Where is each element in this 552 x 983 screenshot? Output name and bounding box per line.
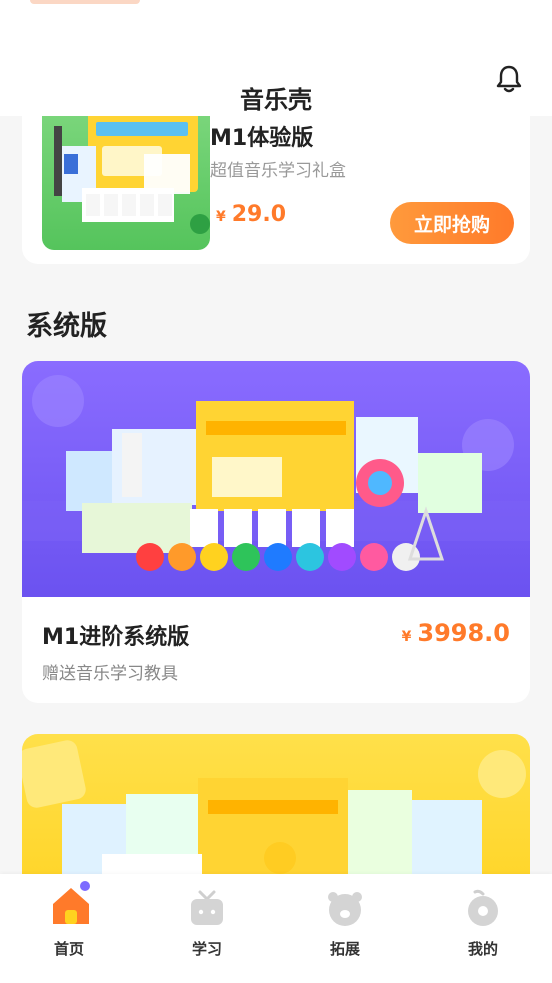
page-title: 音乐壳 (240, 86, 312, 114)
main-scroll-content[interactable]: M1体验版 超值音乐学习礼盒 ¥29.0 立即抢购 系统版 M1进阶系统版 ¥ … (0, 116, 552, 874)
system-product-banner (22, 361, 530, 597)
system-product-subtitle: 赠送音乐学习教具 (42, 664, 178, 684)
tv-icon (191, 890, 223, 925)
tab-mine[interactable]: 我的 (414, 874, 552, 983)
status-notch (30, 0, 140, 4)
currency-symbol: ¥ (216, 209, 226, 225)
tab-label: 拓展 (329, 940, 360, 958)
system-product-card[interactable]: M1进阶系统版 ¥3998.0 赠送音乐学习教具 (22, 361, 530, 703)
tab-label: 学习 (191, 940, 222, 958)
system-product-name: M1进阶系统版 (42, 625, 190, 650)
trial-product-subtitle: 超值音乐学习礼盒 (210, 161, 346, 181)
currency-symbol: ¥ (401, 629, 412, 645)
tab-label: 我的 (467, 940, 498, 958)
trial-product-card[interactable]: M1体验版 超值音乐学习礼盒 ¥29.0 立即抢购 (22, 116, 530, 264)
trial-product-image (42, 116, 210, 250)
section-title: 系统版 (26, 311, 107, 342)
tab-expand[interactable]: 拓展 (276, 874, 414, 983)
profile-icon (468, 889, 498, 926)
trial-product-price: ¥29.0 (216, 202, 286, 227)
price-value: 3998.0 (417, 619, 510, 647)
tab-study[interactable]: 学习 (138, 874, 276, 983)
tab-label: 首页 (53, 940, 84, 958)
system-product-price: ¥3998.0 (402, 619, 510, 647)
notification-bell-icon[interactable] (494, 64, 524, 94)
bear-icon (328, 892, 362, 926)
basic-product-card[interactable] (22, 734, 530, 874)
tab-home[interactable]: 首页 (0, 874, 138, 983)
app-header: 音乐壳 (0, 0, 552, 116)
buy-now-button[interactable]: 立即抢购 (390, 202, 514, 244)
bottom-tab-bar: 首页 学习 拓展 我的 (0, 874, 552, 983)
price-value: 29.0 (231, 202, 287, 227)
trial-product-name: M1体验版 (210, 126, 314, 151)
home-icon (53, 881, 90, 924)
